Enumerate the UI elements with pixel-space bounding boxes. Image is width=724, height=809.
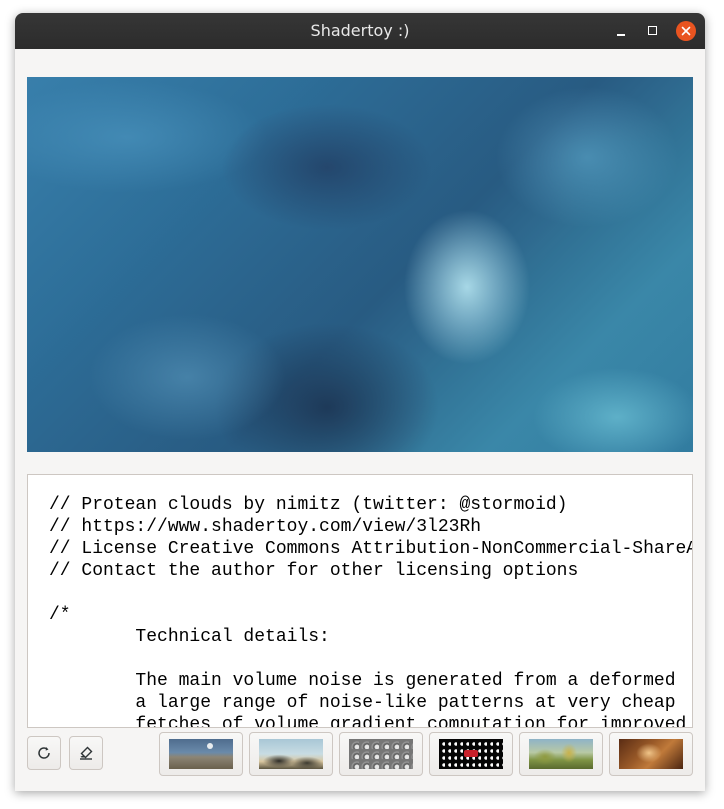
minimize-button[interactable]: [611, 21, 631, 41]
code-line: // License Creative Commons Attribution-…: [49, 539, 693, 559]
preset-button-5[interactable]: [519, 732, 603, 776]
app-window: Shadertoy :) // Protean clouds by nimitz…: [15, 13, 705, 791]
code-line: a large range of noise-like patterns at …: [49, 693, 676, 713]
close-button[interactable]: [676, 21, 696, 41]
code-line: /*: [49, 605, 71, 625]
preset-button-3[interactable]: [339, 732, 423, 776]
preset-thumbnail: [439, 739, 503, 769]
maximize-icon: [648, 26, 657, 35]
eraser-icon: [80, 746, 93, 760]
preset-button-6[interactable]: [609, 732, 693, 776]
preset-thumbnail: [349, 739, 413, 769]
code-line: // https://www.shadertoy.com/view/3l23Rh: [49, 517, 482, 537]
edit-button[interactable]: [69, 736, 103, 770]
reload-icon: [38, 747, 50, 759]
preset-thumbnail: [169, 739, 233, 769]
shader-preview[interactable]: [27, 77, 693, 452]
preset-button-2[interactable]: [249, 732, 333, 776]
preset-thumbnail: [619, 739, 683, 769]
minimize-icon: [617, 34, 625, 36]
code-editor[interactable]: // Protean clouds by nimitz (twitter: @s…: [27, 474, 693, 728]
preset-button-1[interactable]: [159, 732, 243, 776]
preset-thumbnail: [529, 739, 593, 769]
preset-button-4[interactable]: [429, 732, 513, 776]
code-line: The main volume noise is generated from …: [49, 671, 676, 691]
code-line: Technical details:: [49, 627, 330, 647]
window-title: Shadertoy :): [310, 21, 410, 40]
maximize-button[interactable]: [643, 21, 663, 41]
close-icon: [681, 26, 691, 36]
title-bar[interactable]: Shadertoy :): [15, 13, 705, 49]
preset-thumbnail: [259, 739, 323, 769]
code-line: // Contact the author for other licensin…: [49, 561, 579, 581]
bottom-toolbar: [15, 726, 705, 791]
code-line: // Protean clouds by nimitz (twitter: @s…: [49, 495, 568, 515]
reload-button[interactable]: [27, 736, 61, 770]
code-text[interactable]: // Protean clouds by nimitz (twitter: @s…: [49, 494, 693, 727]
